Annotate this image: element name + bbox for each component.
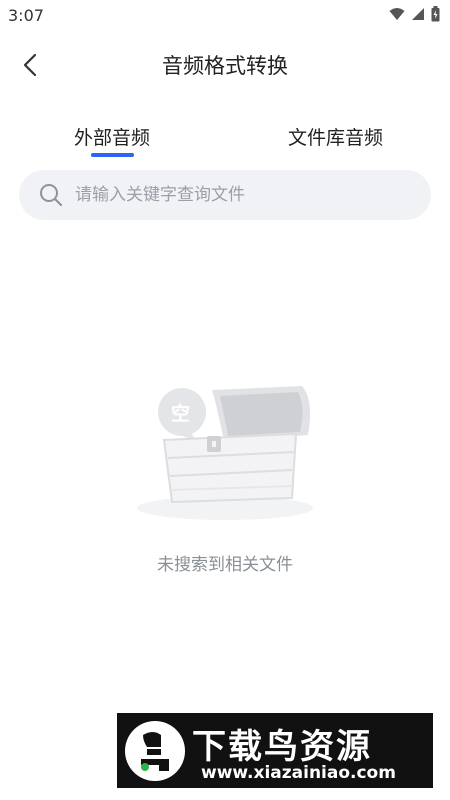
status-time: 3:07	[8, 6, 44, 25]
empty-chest-illustration: 空	[130, 380, 320, 530]
active-tab-indicator	[91, 153, 134, 157]
search-icon	[39, 183, 63, 207]
page-title: 音频格式转换	[162, 54, 288, 78]
bird-logo-icon	[125, 721, 185, 781]
wifi-icon	[389, 8, 405, 20]
empty-message: 未搜索到相关文件	[157, 555, 293, 575]
empty-badge-text: 空	[171, 403, 191, 425]
battery-icon	[431, 6, 440, 22]
signal-icon	[412, 8, 424, 20]
tab-external-audio[interactable]: 外部音频	[74, 123, 150, 150]
search-input[interactable]	[73, 184, 397, 206]
watermark-title: 下载鸟资源	[192, 727, 372, 767]
status-icons	[389, 6, 440, 22]
status-bar: 3:07	[0, 0, 450, 30]
watermark-banner: 下载鸟资源 www.xiazainiao.com	[117, 713, 433, 788]
watermark-url: www.xiazainiao.com	[201, 763, 396, 783]
tab-library-audio[interactable]: 文件库音频	[288, 123, 383, 150]
search-bar[interactable]	[19, 170, 431, 220]
